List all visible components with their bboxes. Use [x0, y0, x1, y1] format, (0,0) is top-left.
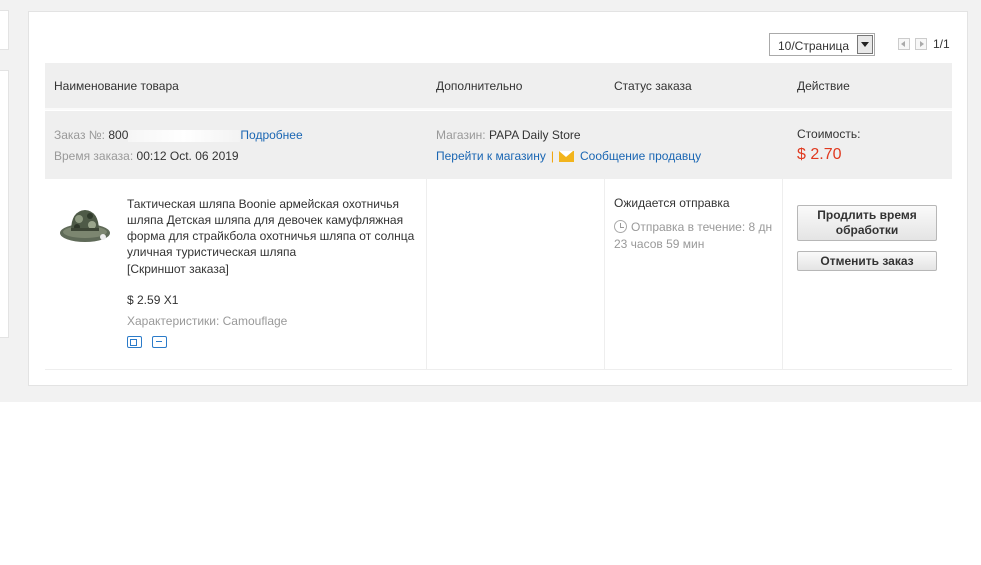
order-status: Ожидается отправка: [614, 196, 730, 210]
order-number: Заказ №: 800 Подробнее: [54, 128, 303, 142]
page-info: 1/1: [933, 37, 950, 51]
store-info: Магазин: PAPA Daily Store: [436, 128, 581, 142]
prev-page-button[interactable]: [898, 38, 910, 50]
cost-label: Стоимость:: [797, 127, 861, 141]
redacted-order-number: [128, 129, 241, 142]
per-page-value: 10/Страница: [778, 39, 850, 53]
order-header: Заказ №: 800 Подробнее Время заказа: 00:1…: [45, 111, 952, 179]
go-to-store-link[interactable]: Перейти к магазину: [436, 149, 546, 163]
order-time-label: Время заказа:: [54, 149, 134, 163]
order-snapshot-link[interactable]: [Скриншот заказа]: [127, 262, 229, 276]
sidebar-panel-top: [0, 10, 9, 50]
sidebar-panel: [0, 70, 9, 338]
product-properties: Характеристики: Camouflage: [127, 314, 288, 328]
cost-value: $ 2.70: [797, 146, 842, 163]
header-status: Статус заказа: [614, 79, 692, 93]
unit-price: $ 2.59 X1: [127, 293, 179, 307]
cancel-order-button[interactable]: Отменить заказ: [797, 251, 937, 271]
store-links: Перейти к магазину | Сообщение продавцу: [436, 149, 701, 163]
pagination: 10/Страница 1/1: [29, 33, 967, 57]
header-product: Наименование товара: [54, 79, 179, 93]
table-header: Наименование товара Дополнительно Статус…: [45, 63, 952, 110]
column-divider: [426, 179, 427, 369]
orders-panel: 10/Страница 1/1 Наименование товара Допо…: [28, 11, 968, 386]
order-details-link[interactable]: Подробнее: [240, 128, 302, 142]
order-number-label: Заказ №:: [54, 128, 106, 142]
clock-icon: [614, 220, 627, 233]
message-seller-link[interactable]: Сообщение продавцу: [580, 149, 701, 163]
column-divider: [604, 179, 605, 369]
order-time-value: 00:12 Oct. 06 2019: [136, 149, 239, 163]
header-extra: Дополнительно: [436, 79, 523, 93]
extend-processing-button[interactable]: Продлить время обработки: [797, 205, 937, 241]
store-label: Магазин:: [436, 128, 486, 142]
product-title-link[interactable]: Тактическая шляпа Boonie армейская охотн…: [127, 196, 422, 260]
order-number-value: 800: [108, 128, 129, 142]
shipping-countdown-text: Отправка в течение: 8 дн 23 часов 59 мин: [614, 220, 773, 251]
shipping-icon[interactable]: [127, 336, 142, 348]
shipping-countdown: Отправка в течение: 8 дн 23 часов 59 мин: [614, 219, 784, 253]
return-icon[interactable]: [152, 336, 167, 348]
link-separator: |: [550, 149, 554, 163]
order-time: Время заказа: 00:12 Oct. 06 2019: [54, 149, 239, 163]
next-page-button[interactable]: [915, 38, 927, 50]
column-divider: [782, 179, 783, 369]
per-page-select[interactable]: 10/Страница: [769, 33, 875, 56]
product-thumbnail[interactable]: [59, 201, 111, 247]
mail-icon[interactable]: [559, 151, 574, 163]
chevron-down-icon[interactable]: [857, 35, 873, 54]
order-item-row: Тактическая шляпа Boonie армейская охотн…: [45, 179, 952, 370]
store-name: PAPA Daily Store: [488, 128, 581, 142]
header-action: Действие: [797, 79, 850, 93]
